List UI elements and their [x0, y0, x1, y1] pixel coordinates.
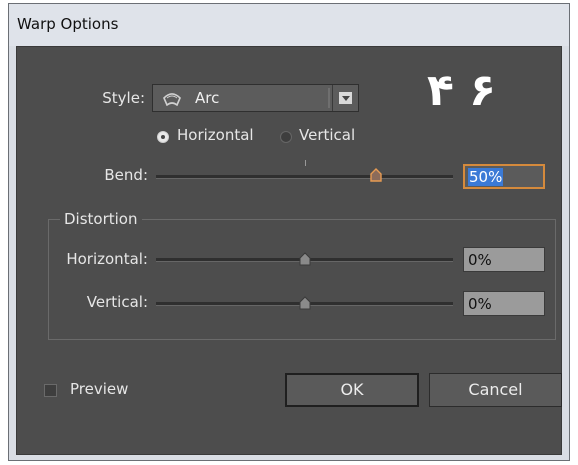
cancel-button[interactable]: Cancel	[429, 373, 562, 407]
distortion-vertical-input[interactable]: 0%	[463, 291, 545, 316]
style-dropdown[interactable]: Arc	[152, 84, 359, 112]
preview-label[interactable]: Preview	[70, 380, 128, 398]
bend-slider-thumb[interactable]	[370, 167, 382, 182]
dialog-title: Warp Options	[17, 15, 119, 33]
dialog-content: Style: Arc ۴ ۶ Horizontal Vertical Bend:	[16, 46, 562, 455]
radio-vertical-label[interactable]: Vertical	[299, 126, 355, 144]
distortion-vertical-label: Vertical:	[86, 293, 148, 311]
distortion-horizontal-thumb[interactable]	[299, 251, 311, 266]
style-dropdown-toggle[interactable]	[328, 85, 358, 111]
style-value: Arc	[195, 89, 220, 107]
distortion-vertical-thumb[interactable]	[299, 295, 311, 310]
radio-horizontal-label[interactable]: Horizontal	[177, 126, 254, 144]
chevron-down-icon	[339, 92, 352, 104]
bend-value-input[interactable]: 50%	[463, 164, 545, 189]
title-bar[interactable]: Warp Options	[9, 4, 569, 46]
bend-label: Bend:	[104, 166, 148, 184]
bend-center-tick	[305, 160, 306, 166]
bend-slider-track[interactable]	[156, 175, 453, 179]
distortion-horizontal-label: Horizontal:	[66, 250, 148, 268]
distortion-group-title: Distortion	[60, 210, 142, 228]
preview-checkbox[interactable]	[44, 384, 57, 397]
arc-warp-icon	[163, 91, 181, 107]
distortion-group	[48, 219, 556, 340]
distortion-horizontal-input[interactable]: 0%	[463, 247, 545, 272]
radio-horizontal[interactable]	[157, 131, 169, 143]
overlay-persian-numerals: ۴ ۶	[427, 65, 497, 116]
style-label: Style:	[102, 89, 145, 107]
radio-vertical[interactable]	[280, 131, 292, 143]
ok-button[interactable]: OK	[285, 373, 419, 407]
bend-value-text: 50%	[468, 168, 504, 186]
warp-options-dialog: Warp Options Style: Arc ۴ ۶ Horizontal V…	[8, 3, 570, 461]
